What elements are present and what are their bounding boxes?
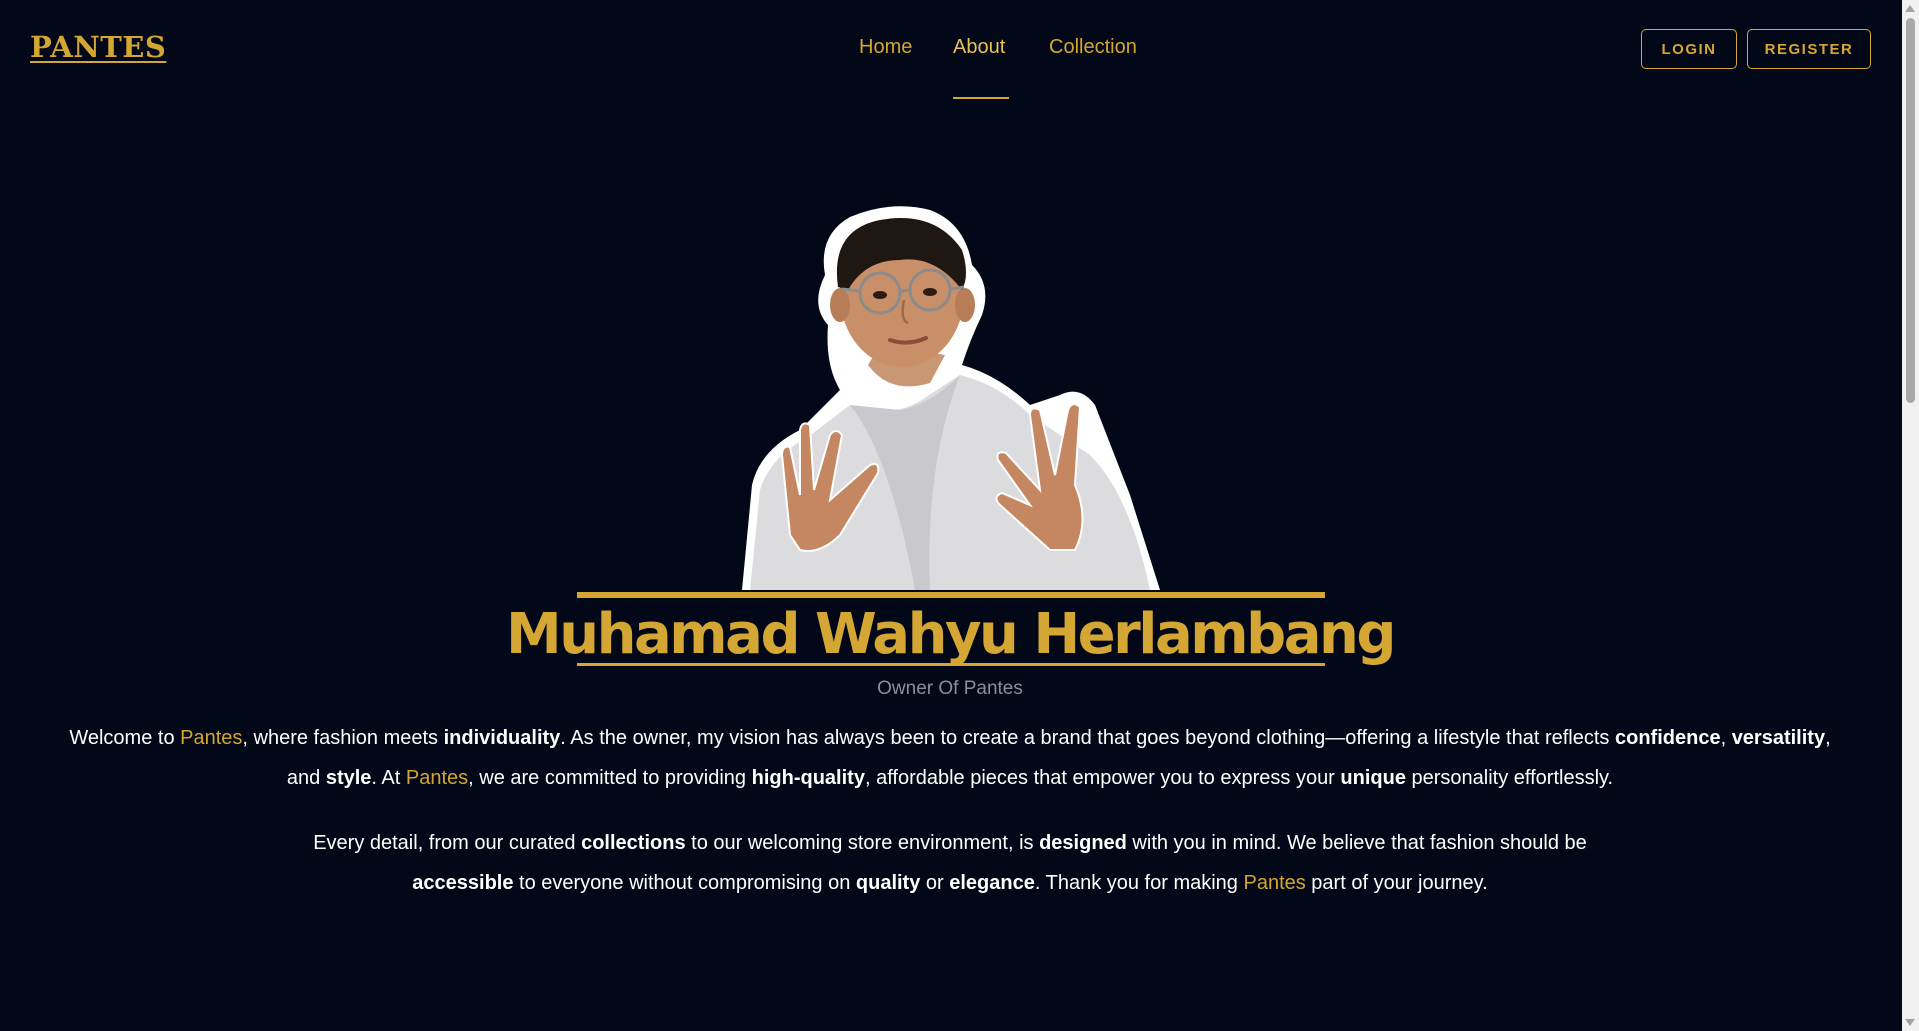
brand-highlight: Pantes (405, 767, 469, 789)
nav-about[interactable]: About (953, 36, 1005, 59)
nav-home[interactable]: Home (859, 36, 912, 59)
about-paragraph-2: Every detail, from our curated collectio… (60, 823, 1840, 903)
paragraph-text: . At (371, 767, 406, 789)
paragraph-text: part of your journey. (1305, 872, 1488, 894)
emphasis-text: individuality (443, 727, 561, 749)
paragraph-text: Welcome to (69, 727, 181, 749)
paragraph-text: , (1720, 727, 1732, 749)
paragraph-text: to everyone without compromising on (513, 872, 856, 894)
emphasis-text: high-quality (751, 767, 865, 789)
paragraph-text: . Thank you for making (1034, 872, 1244, 894)
emphasis-text: designed (1039, 832, 1127, 854)
main-nav: Home About Collection (0, 0, 1900, 100)
paragraph-text: to our welcoming store environment, is (685, 832, 1040, 854)
register-button[interactable]: REGISTER (1747, 29, 1871, 69)
brand-highlight: Pantes (1243, 872, 1306, 894)
scroll-up-icon[interactable] (1905, 5, 1915, 12)
paragraph-text: or (920, 872, 950, 894)
active-nav-indicator (953, 97, 1009, 99)
name-underline (577, 663, 1325, 666)
emphasis-text: quality (855, 872, 921, 894)
emphasis-text: elegance (949, 872, 1035, 894)
login-button[interactable]: LOGIN (1641, 29, 1737, 69)
emphasis-text: confidence (1614, 727, 1721, 749)
owner-role: Owner Of Pantes (877, 678, 1023, 699)
scroll-thumb[interactable] (1906, 18, 1915, 403)
vertical-scrollbar[interactable] (1902, 0, 1919, 1031)
paragraph-text: personality effortlessly. (1405, 767, 1614, 789)
paragraph-text: . As the owner, my vision has always bee… (560, 727, 1615, 749)
brand-highlight: Pantes (180, 727, 243, 749)
emphasis-text: accessible (412, 872, 514, 894)
paragraph-text: Every detail, from our curated (313, 832, 582, 854)
emphasis-text: style (325, 767, 372, 789)
owner-portrait (742, 206, 1160, 590)
paragraph-text: , affordable pieces that empower you to … (864, 767, 1341, 789)
nav-collection[interactable]: Collection (1049, 36, 1137, 59)
emphasis-text: unique (1340, 767, 1406, 789)
paragraph-text: , we are committed to providing (468, 767, 752, 789)
owner-name: Muhamad Wahyu Herlambang (506, 602, 1396, 667)
paragraph-text: , where fashion meets (242, 727, 444, 749)
paragraph-text: with you in mind. We believe that fashio… (1126, 832, 1587, 854)
scroll-down-icon[interactable] (1905, 1019, 1915, 1026)
emphasis-text: versatility (1731, 727, 1826, 749)
emphasis-text: collections (581, 832, 686, 854)
about-paragraph-1: Welcome to Pantes, where fashion meets i… (60, 718, 1840, 798)
